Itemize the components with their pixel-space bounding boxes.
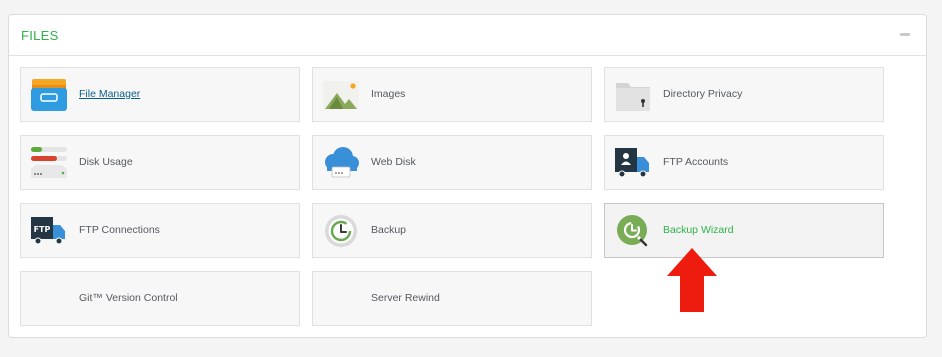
ftp-connections-tile[interactable]: FTP FTP Connections bbox=[20, 203, 300, 258]
images-tile[interactable]: Images bbox=[312, 67, 592, 122]
tile-label: Git™ Version Control bbox=[79, 292, 178, 304]
image-icon bbox=[321, 77, 361, 113]
ftp-accounts-tile[interactable]: FTP Accounts bbox=[604, 135, 884, 190]
backup-clock-icon bbox=[321, 213, 361, 249]
ftp-truck-icon: FTP bbox=[29, 213, 69, 249]
cloud-drive-icon bbox=[321, 145, 361, 181]
tile-label: Backup Wizard bbox=[663, 224, 734, 236]
web-disk-tile[interactable]: Web Disk bbox=[312, 135, 592, 190]
minus-icon[interactable] bbox=[900, 33, 910, 36]
section-title: FILES bbox=[21, 28, 59, 43]
tile-label: Server Rewind bbox=[371, 292, 440, 304]
tile-label: File Manager bbox=[79, 88, 141, 100]
file-cabinet-icon bbox=[29, 77, 69, 113]
annotation-arrow-icon bbox=[667, 248, 717, 312]
directory-privacy-tile[interactable]: Directory Privacy bbox=[604, 67, 884, 122]
locked-folder-icon bbox=[613, 77, 653, 113]
tile-label: FTP Connections bbox=[79, 224, 160, 236]
disk-usage-tile[interactable]: Disk Usage bbox=[20, 135, 300, 190]
git-version-control-tile[interactable]: Git™ Version Control bbox=[20, 271, 300, 326]
panel-header: FILES bbox=[9, 15, 926, 56]
file-manager-tile[interactable]: File Manager bbox=[20, 67, 300, 122]
backup-wizard-icon bbox=[613, 213, 653, 249]
disk-usage-icon bbox=[29, 145, 69, 181]
ftp-account-truck-icon bbox=[613, 145, 653, 181]
tile-label: Backup bbox=[371, 224, 407, 236]
tile-label: Disk Usage bbox=[79, 156, 133, 168]
tile-label: Web Disk bbox=[371, 156, 416, 168]
backup-tile[interactable]: Backup bbox=[312, 203, 592, 258]
tile-label: Directory Privacy bbox=[663, 88, 743, 100]
tile-label: FTP Accounts bbox=[663, 156, 729, 168]
ftp-icon-text: FTP bbox=[34, 225, 51, 234]
backup-wizard-tile[interactable]: Backup Wizard bbox=[604, 203, 884, 258]
tile-label: Images bbox=[371, 88, 406, 100]
server-rewind-tile[interactable]: Server Rewind bbox=[312, 271, 592, 326]
